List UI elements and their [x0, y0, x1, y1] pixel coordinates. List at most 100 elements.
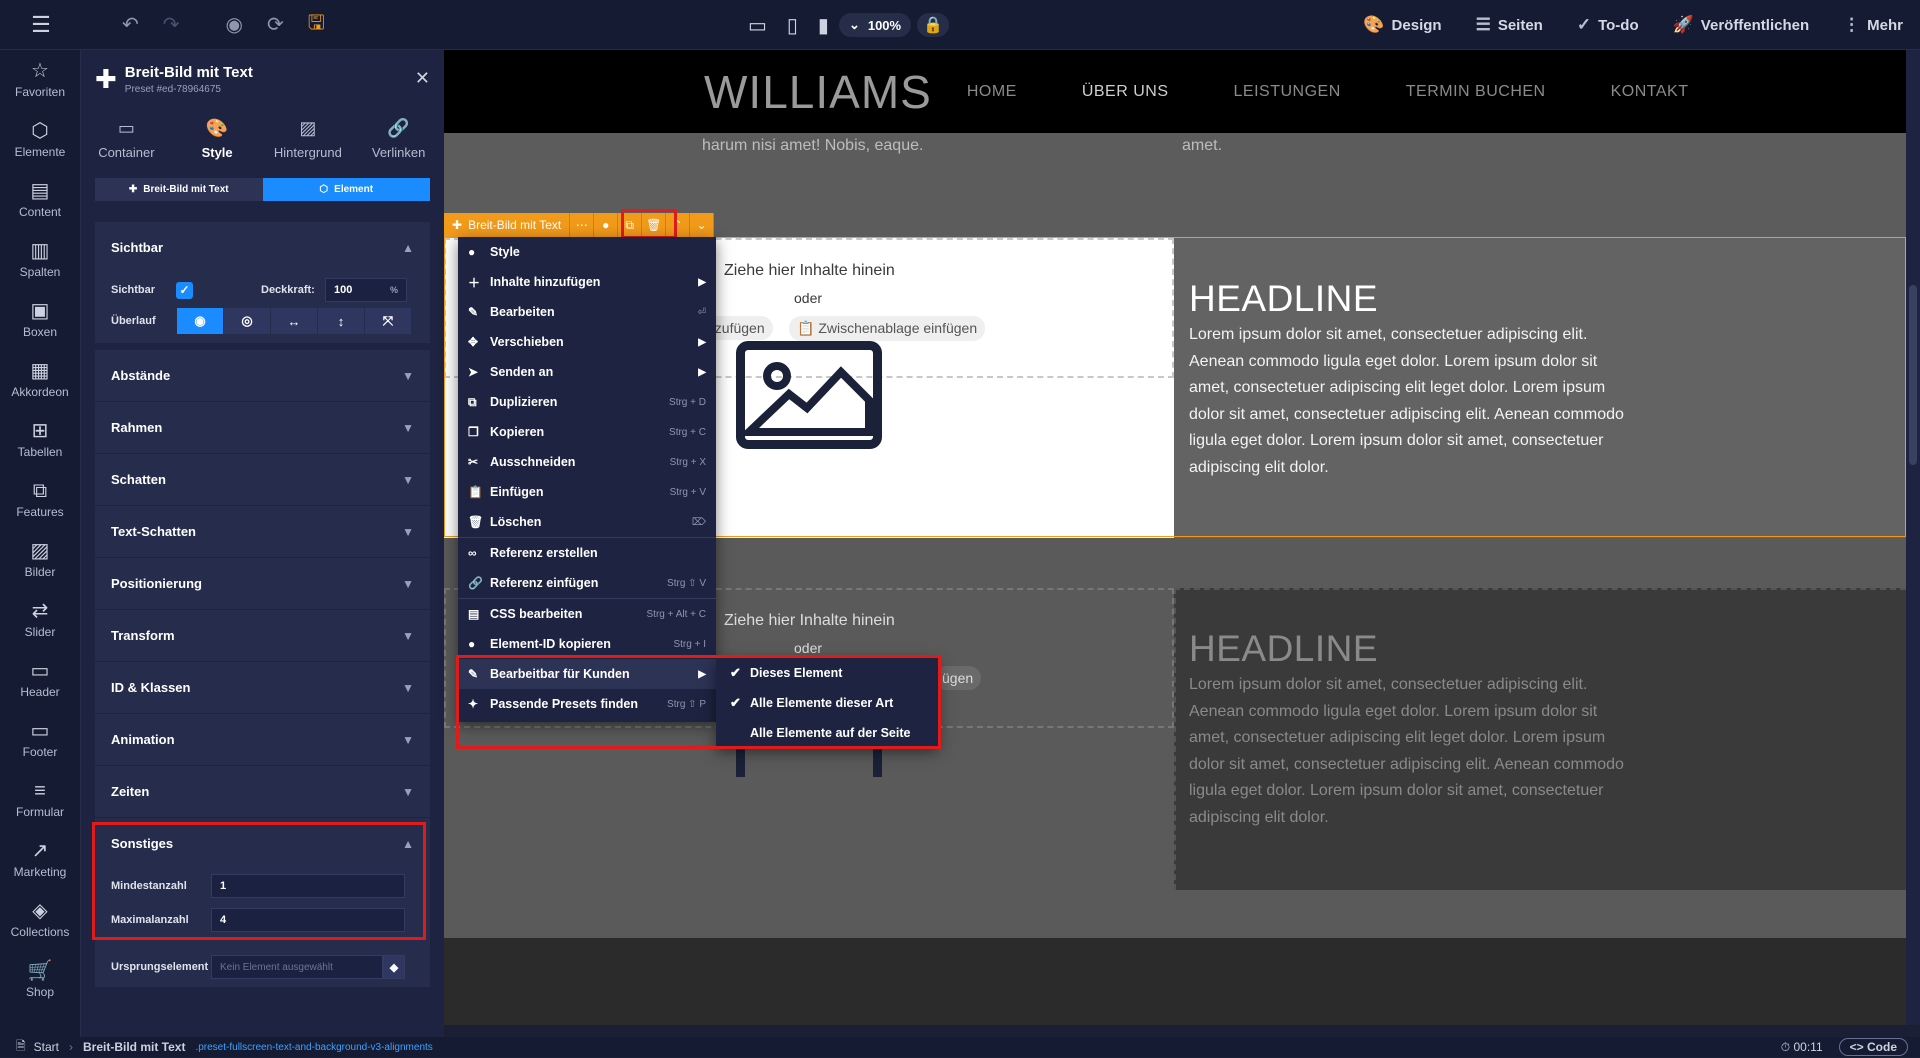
sidebar-item-tabellen[interactable]: ⊞ Tabellen: [0, 410, 80, 470]
breadcrumb-start[interactable]: Start: [34, 1040, 59, 1054]
menu-item-duplizieren[interactable]: ⧉ Duplizieren Strg + D: [458, 387, 716, 417]
deckkraft-input[interactable]: 100%: [325, 278, 407, 302]
redo-icon[interactable]: ↷: [163, 12, 180, 37]
section-zeiten[interactable]: Zeiten ▼: [95, 765, 430, 817]
element-label[interactable]: ✚ Breit-Bild mit Text: [444, 213, 571, 237]
scrollbar-thumb[interactable]: [1909, 285, 1917, 465]
form-icon: ≡: [34, 780, 46, 802]
more-button[interactable]: ⋮ Mehr: [1843, 15, 1903, 35]
chevron-down-icon: ▼: [402, 524, 414, 539]
nav-home[interactable]: HOME: [967, 83, 1017, 101]
menu-item-bearbeiten[interactable]: ✎ Bearbeiten ⏎: [458, 297, 716, 327]
menu-item-referenz-erstellen[interactable]: ∞ Referenz erstellen: [458, 538, 716, 568]
sidebar-item-shop[interactable]: 🛒 Shop: [0, 950, 80, 1010]
body-text[interactable]: Lorem ipsum dolor sit amet, consectetuer…: [1189, 672, 1629, 831]
clock-icon: ⏱: [1780, 1039, 1794, 1054]
vertical-arrows-icon[interactable]: ↕: [318, 308, 365, 334]
tab-style[interactable]: 🎨 Style: [172, 108, 263, 170]
seiten-button[interactable]: ☰ Seiten: [1476, 15, 1543, 35]
todo-button[interactable]: ✓ To-do: [1577, 15, 1639, 35]
design-button[interactable]: 🎨 Design: [1363, 15, 1441, 35]
section-transform[interactable]: Transform ▼: [95, 609, 430, 661]
menu-item-inhalte-hinzufuegen[interactable]: ＋ Inhalte hinzufügen ▶: [458, 267, 716, 297]
nav-termin[interactable]: TERMIN BUCHEN: [1406, 83, 1546, 101]
puzzle-icon: ✚: [452, 218, 463, 232]
menu-item-kopieren[interactable]: ❐ Kopieren Strg + C: [458, 417, 716, 447]
send-icon: ➤: [468, 365, 479, 379]
more-icon[interactable]: ⋯: [570, 213, 595, 237]
background-image-section[interactable]: [444, 938, 1906, 1025]
tab-hintergrund[interactable]: ▨ Hintergrund: [263, 108, 354, 170]
section-animation[interactable]: Animation ▼: [95, 713, 430, 765]
link-icon: 🔗: [387, 118, 410, 138]
chevron-down-icon[interactable]: ⌄: [690, 213, 715, 237]
sidebar-item-elemente[interactable]: ⬡ Elemente: [0, 110, 80, 170]
sidebar-item-formular[interactable]: ≡ Formular: [0, 770, 80, 830]
menu-item-senden-an[interactable]: ➤ Senden an ▶: [458, 357, 716, 387]
publish-button[interactable]: 🚀 Veröffentlichen: [1673, 15, 1810, 35]
headline[interactable]: HEADLINE: [1189, 628, 1378, 670]
close-icon[interactable]: ✕: [415, 68, 430, 89]
ursprung-input[interactable]: Kein Element ausgewählt: [211, 955, 383, 979]
sichtbar-checkbox[interactable]: ✓: [176, 281, 193, 299]
tab-verlinken[interactable]: 🔗 Verlinken: [353, 108, 444, 170]
section-abstaende[interactable]: Abstände ▼: [95, 349, 430, 401]
menu-item-loeschen[interactable]: 🗑 Löschen ⌦: [458, 507, 716, 537]
eye-icon[interactable]: ◎: [224, 308, 271, 334]
menu-item-einfuegen[interactable]: 📋 Einfügen Strg + V: [458, 477, 716, 507]
hamburger-menu-icon[interactable]: ☰: [0, 12, 82, 38]
mobile-icon[interactable]: ▮: [818, 13, 829, 38]
undo-icon[interactable]: ↶: [122, 12, 139, 37]
tablet-icon[interactable]: ▯: [787, 13, 798, 38]
zoom-control[interactable]: ⌄ 100%: [838, 13, 912, 37]
segment-element[interactable]: ⬡ Element: [262, 178, 430, 201]
code-button[interactable]: <> Code: [1838, 1038, 1908, 1056]
palette-icon[interactable]: ●: [594, 213, 619, 237]
eye-slash-icon[interactable]: ◉: [177, 308, 224, 334]
chevron-up-icon: ▲: [402, 240, 414, 255]
menu-item-ausschneiden[interactable]: ✂ Ausschneiden Strg + X: [458, 447, 716, 477]
nav-leistungen[interactable]: LEISTUNGEN: [1234, 83, 1341, 101]
sidebar-item-boxen[interactable]: ▣ Boxen: [0, 290, 80, 350]
nav-kontakt[interactable]: KONTAKT: [1611, 83, 1689, 101]
sidebar-item-favoriten[interactable]: ☆ Favoriten: [0, 50, 80, 110]
save-icon[interactable]: 🖫: [308, 8, 325, 42]
preview-eye-icon[interactable]: ◉: [226, 12, 243, 37]
section-header[interactable]: Sichtbar ▲: [95, 222, 430, 273]
desktop-icon[interactable]: ▭: [748, 13, 767, 38]
nav-ueber-uns[interactable]: ÜBER UNS: [1082, 83, 1169, 101]
section-text-schatten[interactable]: Text-Schatten ▼: [95, 505, 430, 557]
sidebar-item-features[interactable]: ⧉ Features: [0, 470, 80, 530]
sidebar-item-marketing[interactable]: ↗ Marketing: [0, 830, 80, 890]
picker-icon[interactable]: ◆: [383, 955, 405, 979]
features-icon: ⧉: [32, 480, 48, 502]
sidebar-item-content[interactable]: ▤ Content: [0, 170, 80, 230]
sidebar-item-akkordeon[interactable]: ▦ Akkordeon: [0, 350, 80, 410]
sidebar-item-footer[interactable]: ▭ Footer: [0, 710, 80, 770]
sidebar-item-header[interactable]: ▭ Header: [0, 650, 80, 710]
breadcrumb-element[interactable]: Breit-Bild mit Text: [83, 1040, 185, 1054]
sidebar-item-spalten[interactable]: ▥ Spalten: [0, 230, 80, 290]
segment-preset[interactable]: ✚ Breit-Bild mit Text: [95, 178, 263, 201]
sidebar-item-slider[interactable]: ⇄ Slider: [0, 590, 80, 650]
paste-clipboard-button[interactable]: ügen: [934, 666, 982, 690]
refresh-icon[interactable]: ⟳: [267, 12, 284, 37]
section-id-klassen[interactable]: ID & Klassen ▼: [95, 661, 430, 713]
site-logo[interactable]: WILLIAMS: [704, 65, 932, 119]
code-icon: <>: [1849, 1040, 1867, 1054]
menu-item-style[interactable]: ● Style: [458, 237, 716, 267]
tab-container[interactable]: ▭ Container: [81, 108, 172, 170]
menu-item-referenz-einfuegen[interactable]: 🔗 Referenz einfügen Strg ⇧ V: [458, 568, 716, 598]
expand-icon[interactable]: ⤧: [365, 308, 412, 334]
menu-item-verschieben[interactable]: ✥ Verschieben ▶: [458, 327, 716, 357]
horizontal-arrows-icon[interactable]: ↔: [271, 308, 318, 334]
highlight-toolbar-buttons: [621, 209, 677, 239]
section-schatten[interactable]: Schatten ▼: [95, 453, 430, 505]
section-positionierung[interactable]: Positionierung ▼: [95, 557, 430, 609]
section-rahmen[interactable]: Rahmen ▼: [95, 401, 430, 453]
lock-icon[interactable]: 🔒: [917, 13, 950, 37]
sidebar-item-bilder[interactable]: ▨ Bilder: [0, 530, 80, 590]
canvas-scrollbar[interactable]: [1906, 50, 1920, 1025]
sidebar-item-collections[interactable]: ◈ Collections: [0, 890, 80, 950]
menu-item-css-bearbeiten[interactable]: ▤ CSS bearbeiten Strg + Alt + C: [458, 599, 716, 629]
